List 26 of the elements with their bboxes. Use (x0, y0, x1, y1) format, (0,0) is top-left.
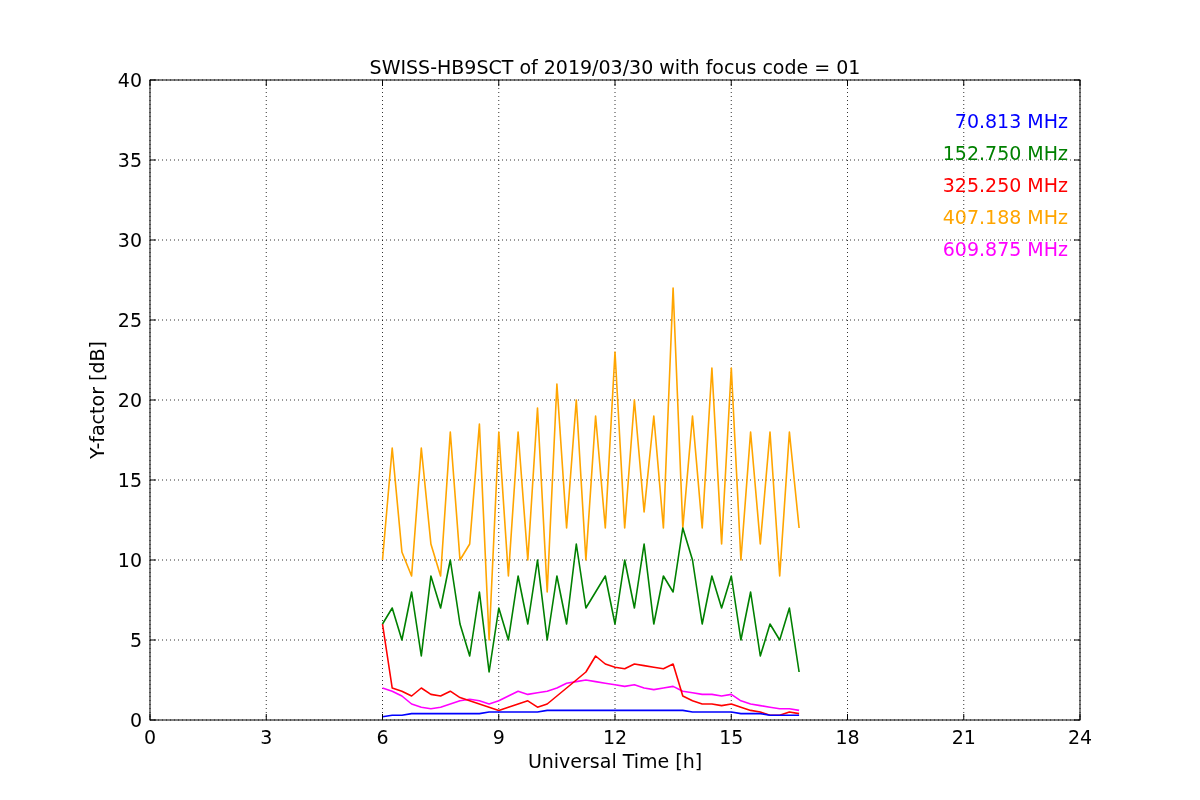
legend-label: 609.875 MHz (942, 238, 1068, 260)
tick-label: 35 (117, 149, 142, 171)
tick-label: 5 (129, 629, 142, 651)
tick-label: 18 (835, 726, 860, 748)
tick-label: 20 (117, 389, 142, 411)
tick-label: 6 (376, 726, 389, 748)
tick-label: 9 (492, 726, 505, 748)
tick-label: 0 (129, 709, 142, 731)
tick-label: 10 (117, 549, 142, 571)
tick-label: 15 (117, 469, 142, 491)
legend-label: 407.188 MHz (942, 206, 1068, 228)
chart-title: SWISS-HB9SCT of 2019/03/30 with focus code = 01 (369, 56, 861, 78)
tick-label: 25 (117, 309, 142, 331)
tick-label: 30 (117, 229, 142, 251)
tick-label: 40 (117, 69, 142, 91)
legend-label: 70.813 MHz (954, 110, 1068, 132)
tick-label: 21 (951, 726, 976, 748)
legend-label: 152.750 MHz (942, 142, 1068, 164)
axis-label: Universal Time [h] (527, 750, 703, 772)
axis-label: Y-factor [dB] (86, 341, 108, 459)
tick-label: 0 (143, 726, 157, 748)
tick-label: 24 (1067, 726, 1093, 748)
tick-label: 3 (260, 726, 273, 748)
legend-label: 325.250 MHz (942, 174, 1068, 196)
tick-label: 15 (719, 726, 744, 748)
tick-label: 12 (602, 726, 628, 748)
